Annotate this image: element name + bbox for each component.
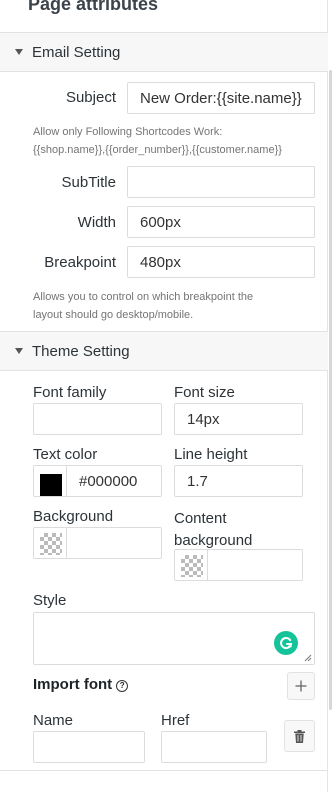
subtitle-input[interactable]	[127, 166, 315, 198]
subject-input[interactable]: New Order:{{site.name}}	[127, 82, 315, 114]
subject-help-text: Allow only Following Shortcodes Work: {{…	[33, 126, 282, 156]
background-color-swatch[interactable]	[40, 533, 62, 555]
style-label: Style	[33, 592, 67, 609]
breakpoint-input[interactable]: 480px	[127, 246, 315, 278]
caret-down-icon	[15, 49, 23, 55]
section-email-setting-title: Email Setting	[32, 43, 121, 61]
subject-label: Subject	[65, 89, 116, 106]
section-theme-setting[interactable]: Theme Setting	[0, 331, 328, 371]
section-email-setting[interactable]: Email Setting	[0, 32, 328, 72]
background-color-picker[interactable]	[33, 527, 162, 559]
content-background-label: Content background	[174, 510, 253, 549]
plus-icon	[295, 680, 307, 692]
text-color-swatch[interactable]	[40, 474, 62, 496]
breakpoint-help-text: Allows you to control on which breakpoin…	[33, 291, 254, 321]
breakpoint-label: Breakpoint	[44, 254, 116, 271]
page-title: Page attributes	[28, 0, 159, 14]
font-family-input[interactable]	[33, 403, 162, 435]
text-color-value[interactable]: #000000	[79, 466, 137, 496]
content-background-swatch[interactable]	[181, 555, 203, 577]
help-icon[interactable]: ?	[116, 680, 129, 692]
caret-down-icon	[15, 348, 23, 354]
resize-handle-icon[interactable]	[304, 654, 312, 662]
subtitle-label: SubTitle	[61, 174, 116, 191]
trash-icon	[294, 729, 305, 743]
import-font-heading: Import font?	[33, 676, 129, 693]
add-font-button[interactable]	[287, 672, 315, 700]
delete-font-button[interactable]	[284, 720, 315, 752]
font-name-input[interactable]	[33, 731, 145, 763]
line-height-input[interactable]: 1.7	[174, 465, 303, 497]
font-size-label: Font size	[174, 384, 235, 401]
font-size-input[interactable]: 14px	[174, 403, 303, 435]
font-name-label: Name	[33, 712, 74, 729]
page-attributes-panel: Page attributes Email Setting Subject Ne…	[0, 0, 328, 792]
content-background-color-picker[interactable]	[174, 549, 303, 581]
font-href-label: Href	[161, 712, 190, 729]
background-label: Background	[33, 508, 114, 525]
text-color-label: Text color	[33, 446, 98, 463]
width-input[interactable]: 600px	[127, 206, 315, 238]
font-href-input[interactable]	[161, 731, 267, 763]
font-family-label: Font family	[33, 384, 107, 401]
line-height-label: Line height	[174, 446, 248, 463]
grammarly-icon[interactable]	[274, 631, 298, 655]
text-color-picker[interactable]: #000000	[33, 465, 162, 497]
width-label: Width	[77, 214, 116, 231]
section-theme-setting-title: Theme Setting	[32, 342, 130, 360]
style-textarea[interactable]	[33, 612, 315, 665]
panel-divider	[0, 770, 328, 771]
